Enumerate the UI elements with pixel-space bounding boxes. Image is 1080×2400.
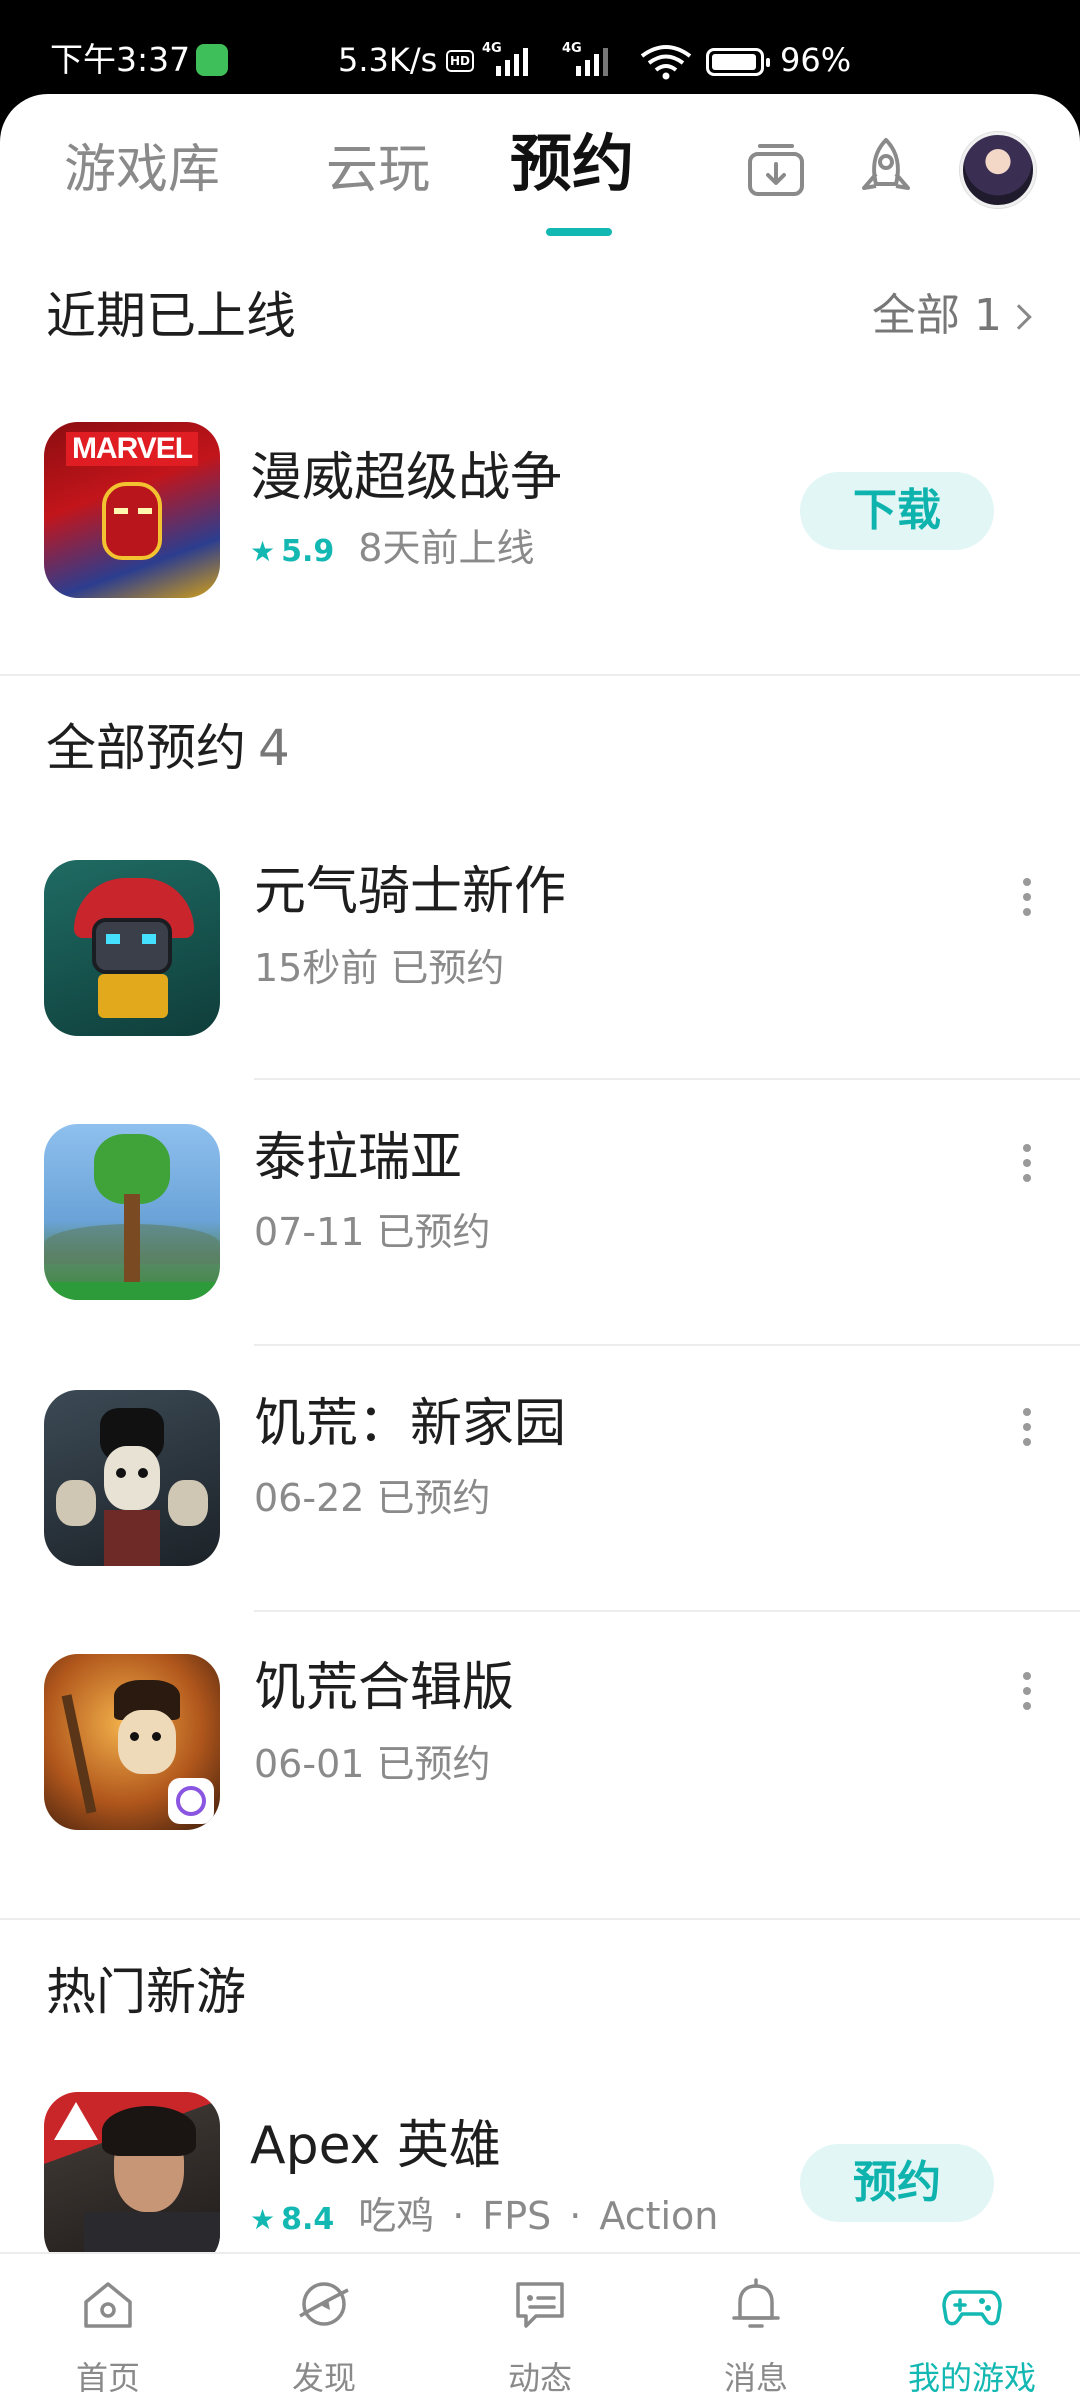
battery-icon <box>706 48 770 76</box>
soul-knight-game-icon[interactable] <box>44 860 220 1036</box>
recent-game-name[interactable]: 漫威超级战争 <box>250 446 562 510</box>
terraria-game-icon[interactable] <box>44 1124 220 1300</box>
tab-game-library[interactable]: 游戏库 <box>64 138 220 202</box>
more-options-icon[interactable] <box>1022 878 1032 918</box>
row-divider <box>254 1610 1080 1612</box>
apex-game-icon[interactable] <box>44 2092 220 2268</box>
star-icon: ★ <box>250 2203 276 2236</box>
rocket-icon[interactable] <box>850 134 922 206</box>
row-divider <box>254 1078 1080 1080</box>
more-options-icon[interactable] <box>1022 1408 1032 1448</box>
tab-cloud-play[interactable]: 云玩 <box>326 138 430 202</box>
reserved-game-meta: 15秒前 已预约 <box>254 946 505 990</box>
marvel-game-icon[interactable]: MARVEL <box>44 422 220 598</box>
chevron-right-icon <box>1006 304 1032 330</box>
hd-voice-icon: HD <box>446 50 474 72</box>
recent-view-all-link[interactable]: 全部 1 <box>872 288 1032 344</box>
tab-reservations[interactable]: 预约 <box>510 132 634 196</box>
reserved-game-meta: 07-11 已预约 <box>254 1210 491 1254</box>
network-speed: 5.3K/s <box>338 41 438 79</box>
bottom-navigation: 首页 发现 动态 消息 我的游戏 <box>0 2252 1080 2400</box>
reserved-game-meta: 06-01 已预约 <box>254 1742 491 1786</box>
status-time: 下午3:37 <box>50 40 191 79</box>
nav-home[interactable]: 首页 <box>8 2262 208 2400</box>
active-tab-indicator <box>546 228 612 236</box>
discover-icon <box>299 2282 349 2326</box>
hot-game-name[interactable]: Apex 英雄 <box>250 2114 501 2178</box>
reserved-game-meta: 06-22 已预约 <box>254 1476 491 1520</box>
section-divider <box>0 1918 1080 1920</box>
nav-discover[interactable]: 发现 <box>224 2262 424 2400</box>
app-screen: 游戏库 云玩 预约 近期已上线 全部 1 MARVEL 漫威超级战争 ★ 5.9 8… <box>0 94 1080 2400</box>
signal-2-icon: 4G <box>562 42 626 78</box>
nav-my-games[interactable]: 我的游戏 <box>872 2262 1072 2400</box>
row-divider <box>254 1344 1080 1346</box>
hot-game-meta: ★ 8.4 吃鸡 · FPS · Action <box>250 2192 718 2244</box>
section-divider <box>0 674 1080 676</box>
battery-percent: 96% <box>780 41 852 79</box>
recent-section-title: 近期已上线 <box>46 287 296 345</box>
reserved-game-name[interactable]: 元气骑士新作 <box>254 860 566 924</box>
reserved-game-name[interactable]: 饥荒：新家园 <box>254 1392 566 1456</box>
wechat-notification-icon <box>196 44 228 76</box>
download-manager-icon[interactable] <box>740 134 812 206</box>
nav-messages[interactable]: 消息 <box>656 2262 856 2400</box>
hot-section-title: 热门新游 <box>46 1963 246 2021</box>
dont-starve-newhome-game-icon[interactable] <box>44 1390 220 1566</box>
home-icon <box>84 2282 132 2328</box>
star-icon: ★ <box>250 535 276 568</box>
recent-game-meta: ★ 5.9 8天前上线 <box>250 524 534 576</box>
wifi-icon <box>640 45 692 80</box>
reserved-game-name[interactable]: 泰拉瑞亚 <box>254 1126 462 1190</box>
gamepad-icon <box>942 2290 1002 2326</box>
reserved-section-title: 全部预约 4 <box>46 719 290 777</box>
user-avatar[interactable] <box>960 132 1036 208</box>
signal-1-icon: 4G <box>482 42 546 78</box>
feed-icon <box>516 2282 564 2328</box>
download-button[interactable]: 下载 <box>800 472 994 550</box>
dont-starve-collection-game-icon[interactable] <box>44 1654 220 1830</box>
status-bar: 下午3:37 5.3K/s HD 4G 4G 96% <box>0 0 1080 96</box>
more-options-icon[interactable] <box>1022 1144 1032 1184</box>
bell-icon <box>732 2278 780 2328</box>
reserve-button[interactable]: 预约 <box>800 2144 994 2222</box>
nav-feed[interactable]: 动态 <box>440 2262 640 2400</box>
reserved-game-name[interactable]: 饥荒合辑版 <box>254 1656 514 1720</box>
more-options-icon[interactable] <box>1022 1672 1032 1712</box>
